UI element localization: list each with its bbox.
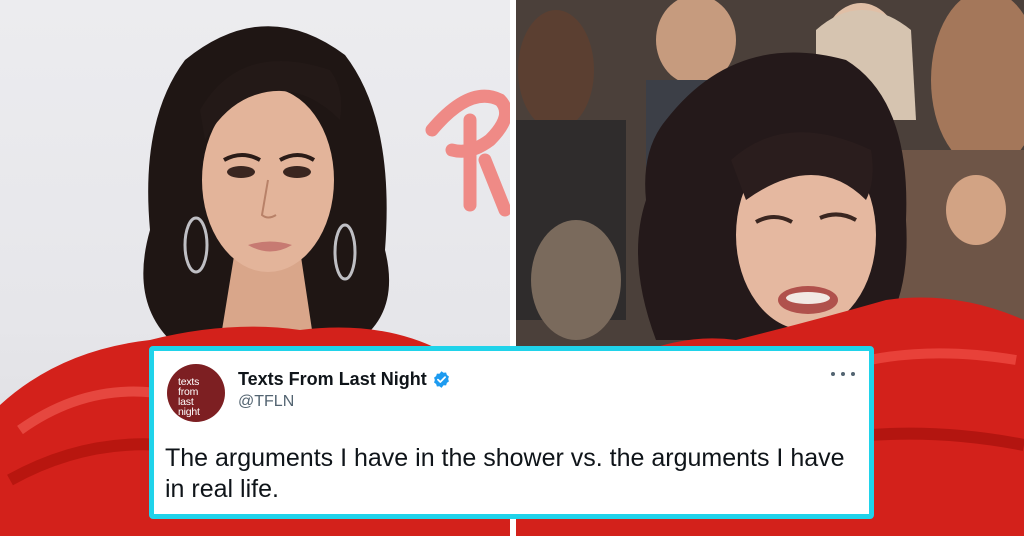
handle[interactable]: @TFLN <box>238 393 294 411</box>
backdrop-logo <box>425 89 510 217</box>
verified-badge-icon <box>433 371 449 388</box>
meme-composite: texts from last night Texts From Last Ni… <box>0 0 1024 536</box>
avatar-text-line: night <box>178 406 200 418</box>
dot <box>831 372 835 376</box>
dot <box>841 372 845 376</box>
avatar[interactable]: texts from last night <box>167 364 225 422</box>
display-name[interactable]: Texts From Last Night <box>238 369 427 390</box>
author-row: Texts From Last Night <box>238 369 451 390</box>
tweet-text: The arguments I have in the shower vs. t… <box>165 444 845 503</box>
tweet-card: texts from last night Texts From Last Ni… <box>149 346 874 519</box>
dot <box>851 372 855 376</box>
more-options-icon[interactable] <box>831 367 855 381</box>
